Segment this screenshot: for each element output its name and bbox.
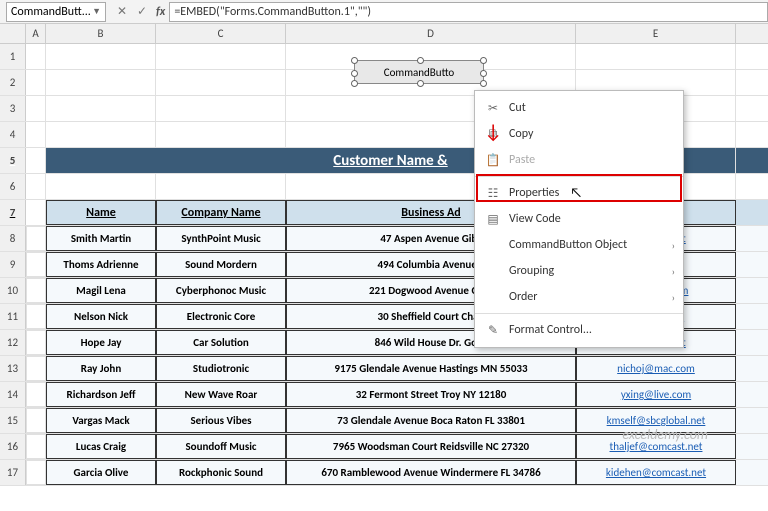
cell-company[interactable]: Studiotronic (156, 356, 286, 381)
cell-email[interactable]: yxing@live.com (576, 382, 736, 407)
row-header[interactable]: 6 (0, 174, 26, 199)
cell-address[interactable]: 32 Fermont Street Troy NY 12180 (286, 382, 576, 407)
resize-handle[interactable] (351, 80, 358, 87)
ctx-commandbutton-object[interactable]: CommandButton Object› (475, 232, 683, 258)
ctx-format-control[interactable]: ✎Format Control... (475, 317, 683, 343)
fx-icon[interactable]: fx (156, 5, 165, 19)
header-name[interactable]: Name (46, 200, 156, 225)
chevron-right-icon: › (672, 239, 675, 252)
ctx-cut[interactable]: ✂Cut (475, 95, 683, 121)
cell-name[interactable]: Lucas Craig (46, 434, 156, 459)
col-header-b[interactable]: B (46, 24, 156, 43)
resize-handle[interactable] (480, 70, 487, 77)
cell-name[interactable]: Vargas Mack (46, 408, 156, 433)
cell-company[interactable]: Electronic Core (156, 304, 286, 329)
resize-handle[interactable] (417, 80, 424, 87)
name-box-text: CommandButt... (11, 5, 91, 19)
row-header[interactable]: 16 (0, 434, 26, 459)
ctx-order[interactable]: Order› (475, 284, 683, 310)
cancel-icon[interactable]: ✕ (112, 4, 132, 19)
resize-handle[interactable] (351, 57, 358, 64)
paste-icon: 📋 (483, 153, 503, 168)
cell-name[interactable]: Smith Martin (46, 226, 156, 251)
command-button-control[interactable]: CommandButto (354, 60, 484, 84)
accept-icon[interactable]: ✓ (132, 4, 152, 19)
cell-email[interactable]: kidehen@comcast.net (576, 460, 736, 485)
row-header[interactable]: 8 (0, 226, 26, 251)
row-header[interactable]: 11 (0, 304, 26, 329)
ctx-paste: 📋Paste (475, 147, 683, 173)
row-header[interactable]: 17 (0, 460, 26, 485)
cell-company[interactable]: Serious Vibes (156, 408, 286, 433)
row-header[interactable]: 15 (0, 408, 26, 433)
cell-company[interactable]: New Wave Roar (156, 382, 286, 407)
select-all-corner[interactable] (0, 24, 26, 43)
row-header[interactable]: 3 (0, 96, 26, 121)
row-header[interactable]: 14 (0, 382, 26, 407)
resize-handle[interactable] (417, 57, 424, 64)
cell-address[interactable]: 73 Glendale Avenue Boca Raton FL 33801 (286, 408, 576, 433)
cell-company[interactable]: Car Solution (156, 330, 286, 355)
header-company[interactable]: Company Name (156, 200, 286, 225)
cell-company[interactable]: Rockphonic Sound (156, 460, 286, 485)
properties-icon: ☷ (483, 186, 503, 201)
separator (475, 176, 683, 177)
watermark: exceldemy.com (622, 426, 708, 443)
cell-name[interactable]: Magil Lena (46, 278, 156, 303)
arrow-annotation: ↓ (484, 120, 502, 144)
separator (475, 313, 683, 314)
row-header[interactable]: 9 (0, 252, 26, 277)
format-icon: ✎ (483, 323, 503, 338)
cell-name[interactable]: Garcia Olive (46, 460, 156, 485)
row-header[interactable]: 2 (0, 70, 26, 95)
cell-company[interactable]: Cyberphonoc Music (156, 278, 286, 303)
col-header-e[interactable]: E (576, 24, 736, 43)
ctx-copy[interactable]: ⧉Copy (475, 121, 683, 147)
cell-name[interactable]: Richardson Jeff (46, 382, 156, 407)
scissors-icon: ✂ (483, 101, 503, 116)
resize-handle[interactable] (480, 80, 487, 87)
name-box[interactable]: CommandButt... ▼ (6, 2, 106, 22)
code-icon: ▤ (483, 212, 503, 227)
cell-address[interactable]: 9175 Glendale Avenue Hastings MN 55033 (286, 356, 576, 381)
formula-text: =EMBED("Forms.CommandButton.1","") (174, 5, 371, 19)
cell-address[interactable]: 7965 Woodsman Court Reidsville NC 27320 (286, 434, 576, 459)
col-header-a[interactable]: A (26, 24, 46, 43)
row-header[interactable]: 10 (0, 278, 26, 303)
cell-name[interactable]: Hope Jay (46, 330, 156, 355)
name-box-dropdown-icon[interactable]: ▼ (92, 6, 101, 17)
cell-company[interactable]: Sound Mordern (156, 252, 286, 277)
row-header[interactable]: 4 (0, 122, 26, 147)
formula-input[interactable]: =EMBED("Forms.CommandButton.1","") (169, 2, 768, 22)
cell-address[interactable]: 670 Ramblewood Avenue Windermere FL 3478… (286, 460, 576, 485)
row-header[interactable]: 7 (0, 200, 26, 225)
cursor-icon: ↖ (570, 184, 582, 201)
ctx-view-code[interactable]: ▤View Code (475, 206, 683, 232)
col-header-d[interactable]: D (286, 24, 576, 43)
cell-company[interactable]: SynthPoint Music (156, 226, 286, 251)
chevron-right-icon: › (672, 291, 675, 304)
ctx-grouping[interactable]: Grouping› (475, 258, 683, 284)
row-header[interactable]: 5 (0, 148, 26, 173)
row-header[interactable]: 1 (0, 44, 26, 69)
cell-name[interactable]: Nelson Nick (46, 304, 156, 329)
row-header[interactable]: 13 (0, 356, 26, 381)
cell-company[interactable]: Soundoff Music (156, 434, 286, 459)
resize-handle[interactable] (351, 70, 358, 77)
row-header[interactable]: 12 (0, 330, 26, 355)
resize-handle[interactable] (480, 57, 487, 64)
command-button-label: CommandButto (384, 66, 455, 79)
context-menu: ✂Cut ⧉Copy 📋Paste ☷Properties ▤View Code… (474, 90, 684, 348)
cell-name[interactable]: Thoms Adrienne (46, 252, 156, 277)
chevron-right-icon: › (672, 265, 675, 278)
cell-email[interactable]: nichoj@mac.com (576, 356, 736, 381)
column-headers: A B C D E (0, 24, 768, 44)
col-header-c[interactable]: C (156, 24, 286, 43)
formula-bar: CommandButt... ▼ ✕ ✓ fx =EMBED("Forms.Co… (0, 0, 768, 24)
cell-name[interactable]: Ray John (46, 356, 156, 381)
